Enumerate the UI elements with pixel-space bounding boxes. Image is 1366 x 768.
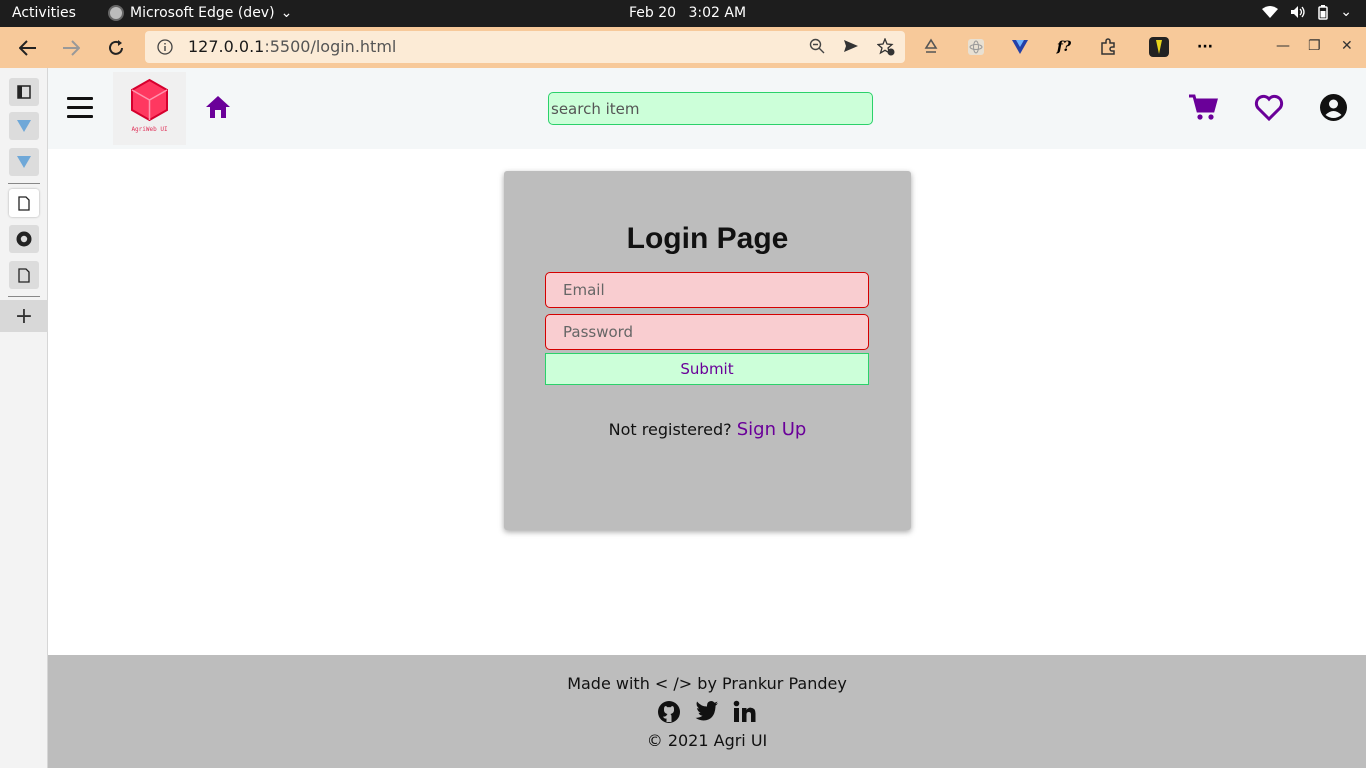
tab-actions-icon <box>17 85 31 99</box>
zoom-out-icon[interactable] <box>809 38 825 54</box>
new-tab-button[interactable]: + <box>0 300 48 332</box>
profile-avatar-icon[interactable] <box>1148 36 1170 58</box>
logo-caption: AgriWeb UI <box>131 126 168 133</box>
app-name: Microsoft Edge (dev) <box>130 5 275 21</box>
register-prompt: Not registered? Sign Up <box>504 419 911 440</box>
sidebar-tab-github[interactable] <box>9 225 39 253</box>
page-icon <box>18 195 30 211</box>
refresh-icon <box>109 40 123 55</box>
sidebar-tab-login[interactable] <box>9 189 39 217</box>
hamburger-menu-icon[interactable] <box>67 97 94 119</box>
close-button[interactable]: ✕ <box>1341 38 1353 54</box>
email-field[interactable] <box>545 272 869 308</box>
plus-icon: + <box>14 303 34 329</box>
browser-sidebar: + <box>0 68 48 768</box>
heart-icon[interactable] <box>1254 93 1284 121</box>
search-input[interactable] <box>548 92 873 125</box>
vue-icon <box>17 156 31 168</box>
clock-date: Feb 20 <box>629 5 677 21</box>
tab-actions-button[interactable] <box>9 78 39 106</box>
linkedin-icon[interactable] <box>733 700 757 724</box>
edge-app-icon <box>108 5 124 21</box>
arrow-right-icon <box>63 40 80 56</box>
url-text[interactable]: 127.0.0.1:5500/login.html <box>188 37 396 56</box>
os-top-bar: Activities Microsoft Edge (dev) ⌄ Feb 20… <box>0 0 1366 27</box>
vue-icon <box>17 120 31 132</box>
cart-icon[interactable] <box>1188 93 1218 121</box>
recycle-extension-icon[interactable] <box>920 36 942 58</box>
react-extension-icon[interactable] <box>965 36 987 58</box>
sidebar-divider <box>8 183 40 184</box>
chevron-down-icon: ⌄ <box>1340 4 1352 20</box>
hexagon-logo-icon <box>131 78 168 122</box>
copyright-text: © 2021 Agri UI <box>646 731 768 750</box>
password-field[interactable] <box>545 314 869 350</box>
arrow-left-icon <box>19 40 36 56</box>
submit-button[interactable]: Submit <box>545 353 869 385</box>
vue-devtools-extension-icon[interactable] <box>1009 36 1031 58</box>
back-button[interactable] <box>15 35 41 61</box>
page-title: Login Page <box>626 222 789 255</box>
more-menu-button[interactable]: ··· <box>1194 36 1216 58</box>
sidebar-tab-vue-2[interactable] <box>9 148 39 176</box>
browser-toolbar: 127.0.0.1:5500/login.html f? ··· — ❐ ✕ <box>0 27 1366 68</box>
address-bar[interactable]: 127.0.0.1:5500/login.html <box>145 31 905 63</box>
battery-icon <box>1318 4 1329 20</box>
site-logo[interactable]: AgriWeb UI <box>113 72 186 145</box>
home-icon[interactable] <box>204 94 232 120</box>
forward-button[interactable] <box>58 35 84 61</box>
app-menu[interactable]: Microsoft Edge (dev) ⌄ <box>108 5 292 21</box>
chevron-down-icon: ⌄ <box>280 5 293 21</box>
twitter-icon[interactable] <box>695 700 719 722</box>
restore-button[interactable]: ❐ <box>1308 38 1321 54</box>
sidebar-tab-vue-1[interactable] <box>9 112 39 140</box>
site-footer: Made with < /> by Prankur Pandey © 2021 … <box>48 655 1366 768</box>
social-links <box>657 700 757 724</box>
made-with-text: Made with < /> by Prankur Pandey <box>567 674 847 693</box>
system-tray[interactable]: ⌄ <box>1262 4 1352 20</box>
info-icon[interactable] <box>157 39 173 55</box>
font-finder-extension-icon[interactable]: f? <box>1053 36 1075 58</box>
volume-icon <box>1291 6 1305 18</box>
web-page: AgriWeb UI Login Page Submit Not registe… <box>48 68 1366 768</box>
not-registered-text: Not registered? <box>608 420 732 439</box>
github-icon[interactable] <box>657 700 681 724</box>
sign-up-link[interactable]: Sign Up <box>737 419 807 440</box>
activities-button[interactable]: Activities <box>12 5 76 21</box>
sidebar-divider <box>8 296 40 297</box>
clock[interactable]: Feb 20 3:02 AM <box>629 5 746 21</box>
wifi-icon <box>1262 6 1279 18</box>
favorite-add-icon[interactable] <box>877 38 895 56</box>
refresh-button[interactable] <box>103 35 129 61</box>
site-header: AgriWeb UI <box>48 68 1366 149</box>
url-path: :5500/login.html <box>264 37 397 56</box>
user-account-icon[interactable] <box>1319 93 1348 122</box>
extensions-puzzle-icon[interactable] <box>1097 36 1119 58</box>
url-host: 127.0.0.1 <box>188 37 265 56</box>
page-icon <box>18 267 30 283</box>
github-icon <box>16 231 32 247</box>
sidebar-tab-page[interactable] <box>9 261 39 289</box>
minimize-button[interactable]: — <box>1276 38 1290 54</box>
send-icon[interactable] <box>843 38 859 54</box>
clock-time: 3:02 AM <box>688 5 747 21</box>
login-card: Login Page Submit Not registered? Sign U… <box>504 171 911 530</box>
